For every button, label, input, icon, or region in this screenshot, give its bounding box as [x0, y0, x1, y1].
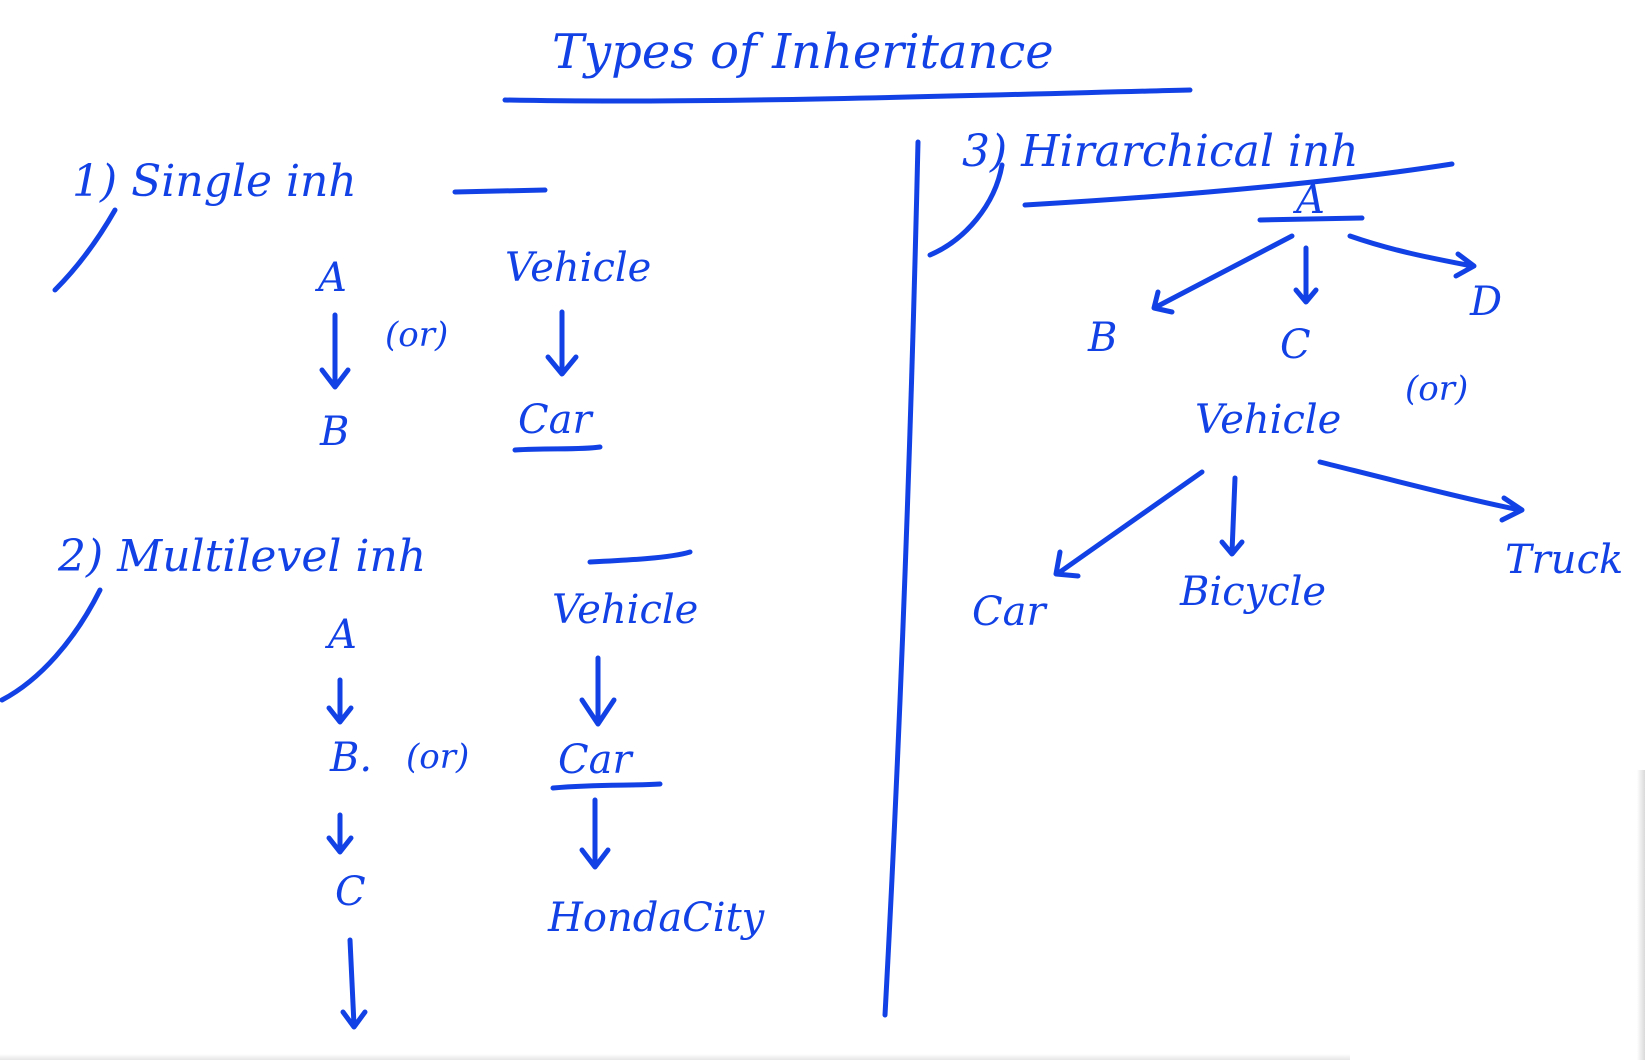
single-node-a: A	[318, 255, 347, 301]
multilevel-arrow-car-honda	[579, 797, 611, 870]
multilevel-node-a: A	[328, 612, 357, 658]
hier-arrow-a-b	[1151, 233, 1295, 315]
hier-node-d: D	[1470, 279, 1503, 325]
multilevel-heading: 2) Multilevel inh	[58, 531, 427, 582]
multilevel-example-vehicle: Vehicle	[552, 587, 699, 633]
hier-or-label: (or)	[1405, 369, 1469, 409]
single-heading: 1) Single inh	[72, 156, 357, 207]
section-3-slash	[927, 162, 1005, 258]
car-underline	[512, 444, 603, 453]
single-or-label: (or)	[385, 315, 449, 355]
hier-node-c: C	[1280, 322, 1311, 368]
hierarchical-heading: 3) Hirarchical inh	[962, 126, 1359, 177]
multilevel-heading-dash	[587, 549, 693, 565]
hier-example-truck: Truck	[1505, 537, 1624, 583]
multilevel-example-car: Car	[558, 737, 632, 783]
hier-node-a: A	[1296, 177, 1325, 223]
hier-example-vehicle: Vehicle	[1195, 397, 1342, 443]
multilevel-car-underline	[550, 781, 663, 791]
section-2-slash	[0, 587, 103, 703]
multilevel-arrow-vehicle-car	[579, 655, 617, 727]
board-bottom-shadow	[0, 1054, 1350, 1060]
single-arrow-a-b	[319, 312, 351, 390]
single-example-car: Car	[518, 397, 592, 443]
multilevel-arrow-a-b	[326, 677, 354, 725]
multilevel-or-label: (or)	[406, 737, 470, 777]
hier-example-bicycle: Bicycle	[1180, 569, 1327, 615]
single-arrow-vehicle-car	[545, 309, 579, 377]
whiteboard: Types of Inheritance 1) Single inh A (or…	[0, 0, 1645, 1060]
single-heading-dash	[452, 187, 548, 195]
hier-arrow-vehicle-bicycle	[1219, 475, 1245, 557]
multilevel-example-hondacity: HondaCity	[548, 895, 765, 941]
multilevel-node-b: B.	[330, 735, 373, 781]
hier-arrow-vehicle-truck	[1317, 459, 1525, 523]
multilevel-arrow-b-c	[326, 812, 354, 855]
multilevel-node-c: C	[335, 869, 366, 915]
hier-arrow-vehicle-car	[1053, 469, 1205, 579]
single-node-b: B	[320, 409, 350, 455]
hier-node-b: B	[1088, 315, 1118, 361]
multilevel-arrow-c-next	[340, 937, 368, 1030]
hier-example-car: Car	[972, 589, 1046, 635]
board-edge-shadow	[1637, 770, 1645, 1060]
section-1-slash	[52, 207, 118, 293]
column-divider	[882, 139, 921, 1018]
hier-arrow-a-c	[1293, 245, 1319, 305]
title-underline	[502, 87, 1193, 104]
hier-arrow-a-d	[1347, 233, 1477, 279]
page-title: Types of Inheritance	[552, 24, 1054, 80]
single-example-vehicle: Vehicle	[505, 245, 652, 291]
